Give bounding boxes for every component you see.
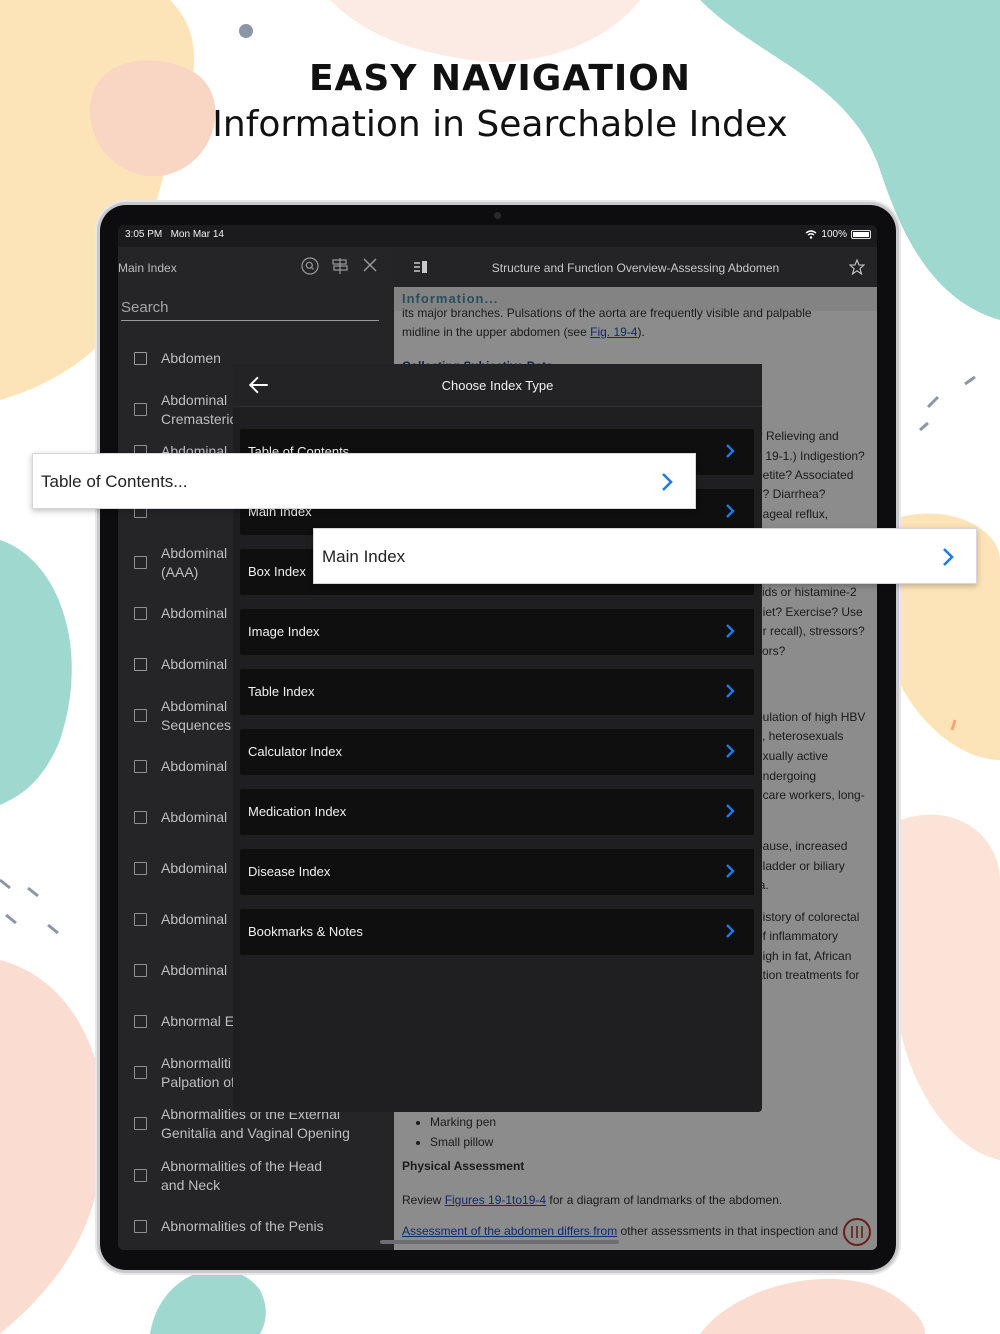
list-item-label: Abnormalities of the Penis	[161, 1218, 324, 1234]
chevron-right-icon	[662, 473, 673, 491]
list-item-label: Abdominal	[161, 809, 228, 825]
star-icon[interactable]	[849, 259, 865, 275]
callout-label: Table of Contents...	[41, 472, 188, 491]
index-option-calculator-index[interactable]: Calculator Index	[240, 729, 754, 775]
chevron-right-icon	[726, 804, 735, 818]
index-option-label: Box Index	[248, 564, 306, 579]
index-option-label: Table Index	[248, 684, 315, 699]
status-date: Mon Mar 14	[170, 229, 224, 240]
list-item-label: Abdominal	[161, 860, 228, 876]
index-option-table-index[interactable]: Table Index	[240, 669, 754, 715]
modal-title: Choose Index Type	[441, 378, 554, 393]
subheadline: Information in Searchable Index	[212, 104, 788, 145]
checkbox[interactable]	[134, 913, 147, 926]
checkbox[interactable]	[134, 811, 147, 824]
index-option-label: Disease Index	[248, 864, 331, 879]
signpost-icon[interactable]	[330, 257, 350, 277]
chevron-right-icon	[726, 864, 735, 878]
checkbox[interactable]	[134, 1015, 147, 1028]
list-item-label: Abdominal	[161, 962, 228, 978]
chevron-right-icon	[726, 624, 735, 638]
modal-header: Choose Index Type	[233, 364, 762, 407]
checkbox[interactable]	[134, 709, 147, 722]
checkbox[interactable]	[134, 1066, 147, 1079]
checkbox[interactable]	[134, 1117, 147, 1130]
list-item-label: Abdomen	[161, 350, 221, 366]
home-indicator	[380, 1240, 619, 1244]
document-title: Structure and Function Overview-Assessin…	[491, 261, 780, 275]
status-time: 3:05 PM	[125, 229, 163, 240]
checkbox[interactable]	[134, 1220, 147, 1233]
search-input[interactable]	[121, 299, 379, 316]
close-icon[interactable]	[360, 257, 380, 277]
checkbox[interactable]	[134, 607, 147, 620]
checkbox[interactable]	[134, 964, 147, 977]
checkbox[interactable]	[134, 403, 147, 416]
image-icon	[134, 658, 147, 671]
checkbox[interactable]	[134, 1169, 147, 1182]
chevron-right-icon	[726, 744, 735, 758]
chevron-right-icon	[726, 504, 735, 518]
list-item-label: Abdominal	[161, 656, 228, 672]
wifi-icon	[805, 230, 817, 239]
checkbox[interactable]	[134, 760, 147, 773]
index-option-medication-index[interactable]: Medication Index	[240, 789, 754, 835]
index-option-label: Medication Index	[248, 804, 347, 819]
search-field	[121, 299, 379, 321]
index-option-label: Image Index	[248, 624, 320, 639]
index-option-label: Calculator Index	[248, 744, 342, 759]
headline: EASY NAVIGATION	[308, 58, 692, 99]
index-option-label: Bookmarks & Notes	[248, 924, 363, 939]
chevron-right-icon	[726, 684, 735, 698]
checkbox[interactable]	[134, 862, 147, 875]
index-option-disease-index[interactable]: Disease Index	[240, 849, 754, 895]
image-icon	[134, 352, 147, 365]
sidebar-header: Main Index	[118, 247, 394, 287]
status-bar: 3:05 PM Mon Mar 14 100%	[118, 225, 877, 247]
list-item-label: Abnormalities of the Head and Neck	[161, 1158, 323, 1193]
list-item-label: Abdominal	[161, 758, 228, 774]
list-item-label: Abnormaliti Palpation of	[161, 1055, 235, 1090]
search-mode-icon[interactable]	[300, 257, 320, 277]
chevron-right-icon	[943, 548, 954, 566]
list-item-label: Abdominal	[161, 605, 228, 621]
camera-dot	[494, 212, 501, 219]
callout-table-of-contents[interactable]: Table of Contents...	[32, 453, 696, 509]
list-item-label: Abdominal	[161, 911, 228, 927]
battery-percent: 100%	[821, 229, 847, 240]
sidebar-title: Main Index	[118, 261, 177, 275]
list-item-label: Abdominal (AAA)	[161, 545, 228, 580]
list-item-label: Abdominal Cremasteric	[161, 392, 237, 427]
index-option-bookmarks-notes[interactable]: Bookmarks & Notes	[240, 909, 754, 955]
list-item-label: Abdominal Sequences	[161, 698, 232, 733]
callout-label: Main Index	[322, 547, 406, 566]
checkbox[interactable]	[134, 556, 147, 569]
list-item-label: Abnormal E	[161, 1013, 235, 1029]
callout-main-index[interactable]: Main Index	[313, 528, 977, 584]
battery-icon	[851, 230, 871, 239]
document-header: Structure and Function Overview-Assessin…	[394, 247, 877, 287]
index-option-image-index[interactable]: Image Index	[240, 609, 754, 655]
chevron-right-icon	[726, 924, 735, 938]
chevron-right-icon	[726, 444, 735, 458]
